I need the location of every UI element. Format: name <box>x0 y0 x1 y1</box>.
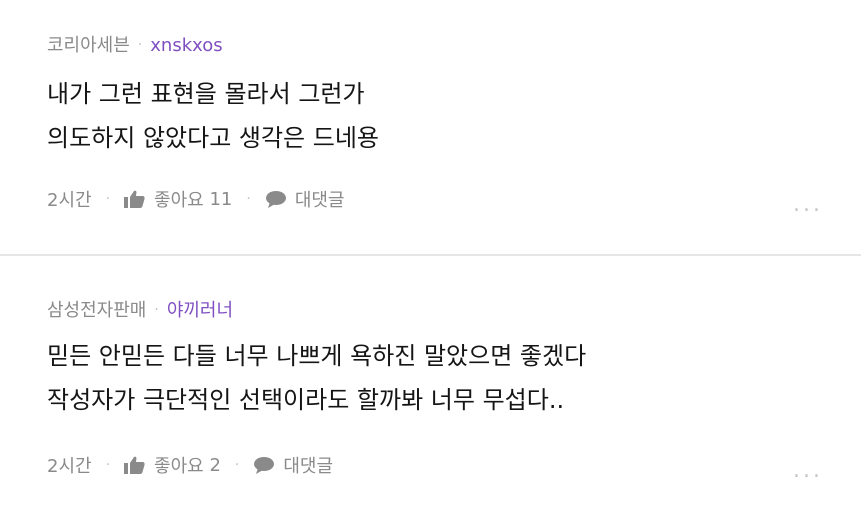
timestamp: 2시간 <box>47 190 92 211</box>
comment-actions: 2시간 · 좋아요 2 · 대댓글 <box>47 452 333 478</box>
action-separator: · <box>105 191 111 207</box>
like-label: 좋아요 <box>154 456 204 477</box>
comment-meta: 삼성전자판매 · 야끼러너 <box>47 296 233 322</box>
more-options-icon[interactable]: ... <box>793 458 823 483</box>
like-button[interactable]: 좋아요 11 <box>124 186 232 212</box>
thumbs-up-icon <box>124 456 146 474</box>
speech-bubble-icon <box>265 190 287 208</box>
author-name[interactable]: 야끼러너 <box>167 300 233 321</box>
like-count: 2 <box>209 454 221 476</box>
author-name[interactable]: xnskxos <box>150 35 222 56</box>
like-label: 좋아요 <box>154 190 204 211</box>
reply-label: 대댓글 <box>294 190 345 211</box>
reply-label: 대댓글 <box>283 456 334 477</box>
comment-line: 작성자가 극단적인 선택이라도 할까봐 너무 무섭다.. <box>47 386 565 414</box>
meta-separator: · <box>137 37 143 53</box>
company-name: 삼성전자판매 <box>47 300 147 321</box>
comment-line: 믿든 안믿든 다들 너무 나쁘게 욕하진 말았으면 좋겠다 <box>47 342 587 370</box>
action-separator: · <box>234 457 240 473</box>
like-button[interactable]: 좋아요 2 <box>124 452 221 478</box>
reply-button[interactable]: 대댓글 <box>265 186 345 212</box>
meta-separator: · <box>154 302 159 318</box>
company-name: 코리아세븐 <box>47 35 130 56</box>
timestamp: 2시간 <box>47 456 92 477</box>
comment-meta: 코리아세븐 · xnskxos <box>47 31 223 57</box>
action-separator: · <box>246 191 251 207</box>
comment-item: 삼성전자판매 · 야끼러너 믿든 안믿든 다들 너무 나쁘게 욕하진 말았으면 좋겠… <box>0 256 861 512</box>
comment-body: 믿든 안믿든 다들 너무 나쁘게 욕하진 말았으면 좋겠다 작성자가 극단적인 … <box>47 334 586 422</box>
speech-bubble-icon <box>253 456 275 474</box>
thumbs-up-icon <box>124 190 146 208</box>
more-options-icon[interactable]: ... <box>793 192 823 217</box>
action-separator: · <box>105 457 111 473</box>
like-count: 11 <box>209 188 233 210</box>
comment-line: 의도하지 않았다고 생각은 드네용 <box>47 124 380 152</box>
comment-body: 내가 그런 표현을 몰라서 그런가 의도하지 않았다고 생각은 드네용 <box>47 72 379 160</box>
comment-item: 코리아세븐 · xnskxos 내가 그런 표현을 몰라서 그런가 의도하지 않았다… <box>0 0 861 254</box>
reply-button[interactable]: 대댓글 <box>253 452 333 478</box>
comment-line: 내가 그런 표현을 몰라서 그런가 <box>47 80 365 108</box>
comment-actions: 2시간 · 좋아요 11 · 대댓글 <box>47 186 345 212</box>
